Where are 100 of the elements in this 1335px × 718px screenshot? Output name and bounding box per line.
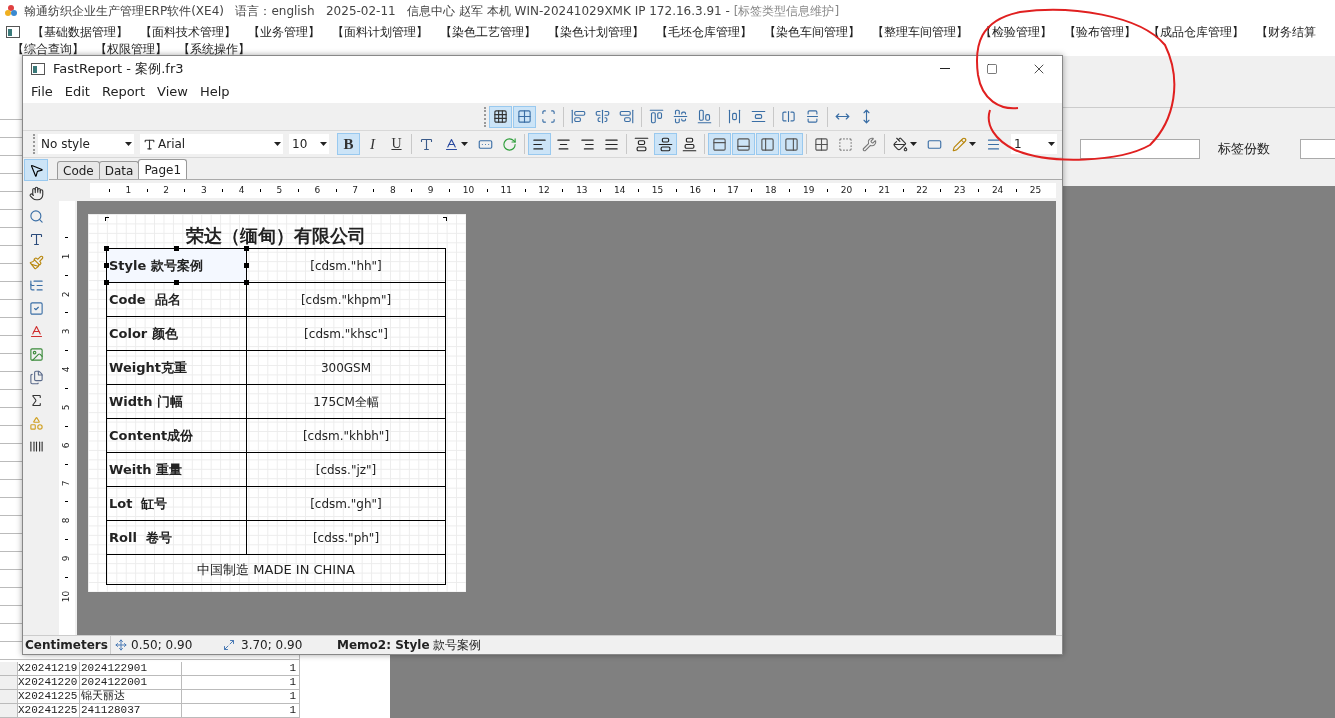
tab[interactable]: Page1 [138,159,188,179]
menu-item[interactable]: 【系统操作】 [178,42,250,56]
label-cell[interactable]: Lot 缸号 [107,487,247,521]
caret-icon [969,142,976,146]
align-right-icon [580,136,595,152]
menu-item[interactable]: File [26,82,58,102]
align-top-icon [634,136,649,152]
ruler-number: 6 [62,442,72,449]
toolbar-button[interactable]: U [385,133,408,155]
label-cell[interactable]: Code 品名 [107,283,247,317]
row-header [0,704,18,718]
ruler-number: 20 [839,186,854,195]
ruler-number: 9 [62,555,72,562]
resize-handle[interactable] [104,246,109,251]
toolbar-grip[interactable] [484,106,487,127]
border-all-icon [814,136,829,152]
ruler-number: 7 [351,186,359,195]
input-field[interactable] [1300,139,1335,159]
caret-icon [320,142,327,146]
style-dropdown[interactable]: No style [38,134,134,154]
ruler-number: 17 [726,186,740,195]
menu-item[interactable]: 【面料计划管理】 [332,23,428,41]
resize-handle[interactable] [174,246,179,251]
toolbar-grip[interactable] [33,134,36,154]
maximize-icon [985,62,998,75]
menu-item[interactable]: View [152,82,193,102]
toolbar-button[interactable]: B [337,133,360,155]
border-left-icon [760,136,775,152]
barcode-icon [28,438,44,454]
menu-item[interactable]: 【财务结算 [1256,23,1316,41]
label-cell[interactable]: Color 颜色 [107,317,247,351]
ruler-number: 16 [688,186,702,195]
menu-item[interactable]: 【综合查询】 [12,42,84,56]
position-icon [115,639,127,651]
toolbar-button[interactable]: I [361,133,384,155]
toolbar-button[interactable] [528,133,551,155]
line-style-icon [986,136,1001,152]
caret-icon [1048,142,1055,146]
resize-handle[interactable] [244,263,249,268]
label-cell[interactable]: Width 门幅 [107,385,247,419]
table-cell: 2024122901 [80,662,182,676]
value-cell: 300GSM [247,351,446,385]
size-dropdown[interactable]: 10 [289,134,329,154]
resize-handle[interactable] [244,246,249,251]
menu-item[interactable]: 【基础数据管理】 [32,23,128,41]
menu-item[interactable]: 【权限管理】 [95,42,167,56]
menu-item[interactable]: 【业务管理】 [248,23,320,41]
label-cell[interactable]: Style 款号案例 [107,249,247,283]
resize-handle[interactable] [104,280,109,285]
label-cell[interactable]: Content成份 [107,419,247,453]
menu-item[interactable]: Help [194,82,235,102]
justify-icon [604,136,619,152]
minimize-icon [939,68,950,69]
line-width-dropdown[interactable]: 1 [1011,134,1057,154]
tab[interactable]: Data [98,161,140,179]
checkbox-icon [28,300,44,316]
resize-handle[interactable] [174,280,179,285]
center-icon [805,109,820,124]
ruler-number: 23 [953,186,967,195]
font-dropdown[interactable]: Arial [140,134,283,154]
align-bottom-icon [682,136,697,152]
row-header [0,676,18,690]
toolbar-button[interactable] [654,133,677,155]
table-cell: 2024122001 [80,676,182,690]
menu-item[interactable]: 【整理车间管理】 [872,23,968,41]
menu-item[interactable]: Edit [59,82,95,102]
menu-item[interactable]: 【染色工艺管理】 [440,23,536,41]
toolbar-button[interactable] [489,105,512,128]
label-cell[interactable]: Weight克重 [107,351,247,385]
table-cell: 锦天丽达 [80,690,182,704]
resize-handle[interactable] [104,263,109,268]
window-icon [6,26,20,38]
ruler-number: 4 [237,186,246,195]
align-top-icon [649,109,664,124]
ruler-number: 6 [313,186,322,195]
menu-item[interactable]: 【验布管理】 [1064,23,1136,41]
ruler-number: 14 [612,186,627,195]
toolbar-button[interactable] [732,133,755,155]
menu-item[interactable]: 【面料技术管理】 [140,23,236,41]
table-cell: X20241225 [18,690,80,704]
tab[interactable]: Code [57,161,100,179]
table-cell: 241128037 [80,704,182,718]
ruler-number: 8 [62,518,72,524]
shapes-icon [28,415,44,431]
input-field[interactable] [1080,139,1200,159]
menu-item[interactable]: Report [96,82,151,102]
menu-item[interactable]: 【染色计划管理】 [548,23,644,41]
wrench-icon [862,136,877,152]
letter-icon [28,323,44,339]
toolbar-button[interactable] [708,133,731,155]
corner-mark [443,217,447,221]
selection-info: Memo2: Style 款号案例 [337,637,482,654]
field-label: 标签份数 [1218,140,1271,159]
label-cell[interactable]: Weith 重量 [107,453,247,487]
tool-button[interactable] [24,159,48,181]
resize-handle[interactable] [244,280,249,285]
menu-item[interactable]: 【染色车间管理】 [764,23,860,41]
label-cell[interactable]: Roll 卷号 [107,521,247,555]
align-center-icon [595,109,610,124]
menu-item[interactable]: 【毛坯仓库管理】 [656,23,752,41]
